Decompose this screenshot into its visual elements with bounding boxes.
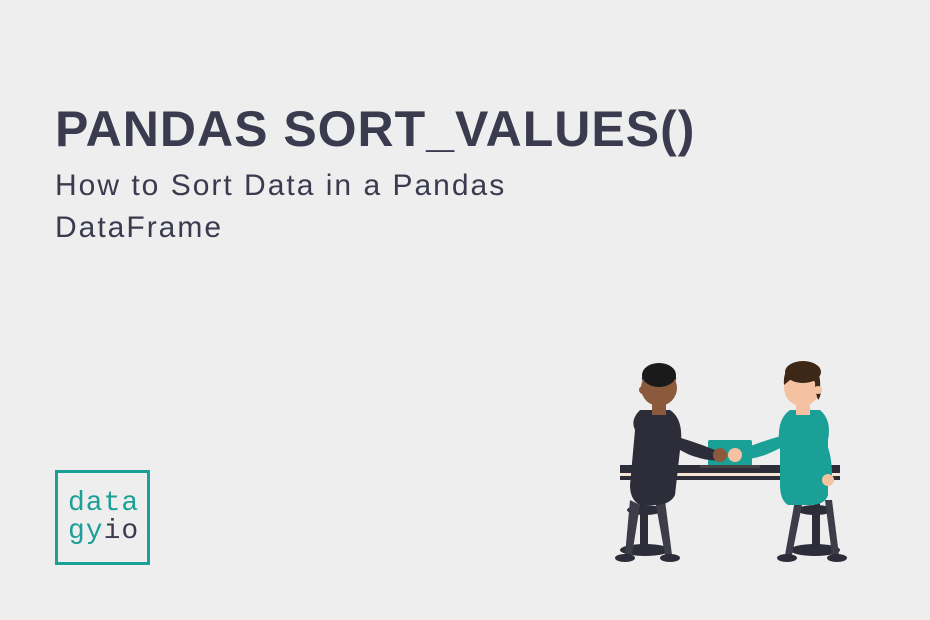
logo-text-line1: data bbox=[68, 490, 147, 518]
logo-text-line2: gyio bbox=[68, 518, 147, 546]
datagy-logo: data gyio bbox=[55, 470, 150, 565]
page-subtitle: How to Sort Data in a Pandas DataFrame bbox=[55, 165, 565, 249]
page-title: PANDAS SORT_VALUES() bbox=[55, 100, 695, 158]
people-meeting-illustration bbox=[570, 300, 890, 590]
